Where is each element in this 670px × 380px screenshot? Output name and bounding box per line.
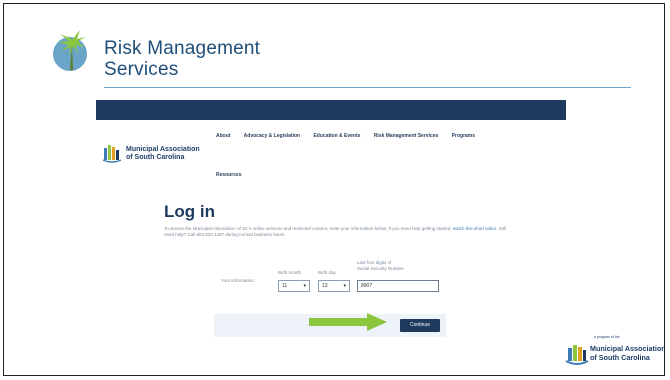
- org-name-line1: Municipal Association: [126, 146, 200, 153]
- slide-title: Risk Management Services: [104, 38, 260, 80]
- footer-org-line2: of South Carolina: [590, 352, 650, 362]
- birth-month-value: 11: [282, 283, 288, 289]
- nav-item-risk-management[interactable]: Risk Management Services: [374, 133, 438, 139]
- presentation-slide: Risk Management Services Municipal Assoc…: [3, 3, 665, 376]
- birth-month-select[interactable]: 11 ▾: [278, 280, 310, 292]
- top-bar: [96, 100, 566, 120]
- chevron-down-icon: ▾: [343, 283, 346, 289]
- nav-item-about[interactable]: About: [216, 133, 230, 139]
- ssn-label-line2: Social Security Number: [357, 265, 405, 271]
- birth-day-label: Birth day: [318, 270, 336, 275]
- nav-item-education[interactable]: Education & Events: [313, 133, 360, 139]
- ssn-input[interactable]: 8907: [357, 280, 439, 292]
- birth-day-select[interactable]: 13 ▾: [318, 280, 350, 292]
- nav-item-advocacy[interactable]: Advocacy & Legislation: [244, 133, 300, 139]
- login-instructions: To access the Municipal Association of S…: [164, 226, 509, 238]
- ssn-label: Last four digits of Social Security Numb…: [357, 260, 404, 271]
- municipal-association-logo-icon: [102, 145, 122, 163]
- green-arrow-icon: [309, 313, 387, 331]
- divider: [104, 87, 631, 88]
- slide-title-line1: Risk Management: [104, 38, 261, 59]
- footer-program-text: a program of the: [594, 335, 620, 339]
- chevron-down-icon: ▾: [303, 283, 306, 289]
- birth-day-value: 13: [322, 283, 328, 289]
- page-title: Log in: [164, 202, 215, 221]
- palmetto-tree-logo-icon: [53, 30, 87, 71]
- municipal-association-footer-logo-icon: [565, 345, 589, 365]
- nav-item-programs[interactable]: Programs: [452, 133, 475, 139]
- help-video-link[interactable]: watch this short video: [453, 226, 496, 231]
- org-name: Municipal Association of South Carolina: [126, 146, 200, 162]
- org-name-line2: of South Carolina: [126, 154, 185, 161]
- login-text-part1: To access the Municipal Association of S…: [164, 226, 452, 231]
- main-nav: About Advocacy & Legislation Education &…: [216, 133, 487, 139]
- continue-button[interactable]: Continue: [400, 319, 440, 332]
- birth-month-label: Birth month: [278, 270, 302, 275]
- footer-org-name: Municipal Association of South Carolina: [590, 344, 664, 362]
- your-information-label: Your information:: [221, 278, 255, 283]
- slide-title-line2: Services: [104, 59, 179, 80]
- nav-item-resources[interactable]: Resources: [216, 172, 242, 178]
- login-page-screenshot: Municipal Association of South Carolina …: [96, 100, 566, 370]
